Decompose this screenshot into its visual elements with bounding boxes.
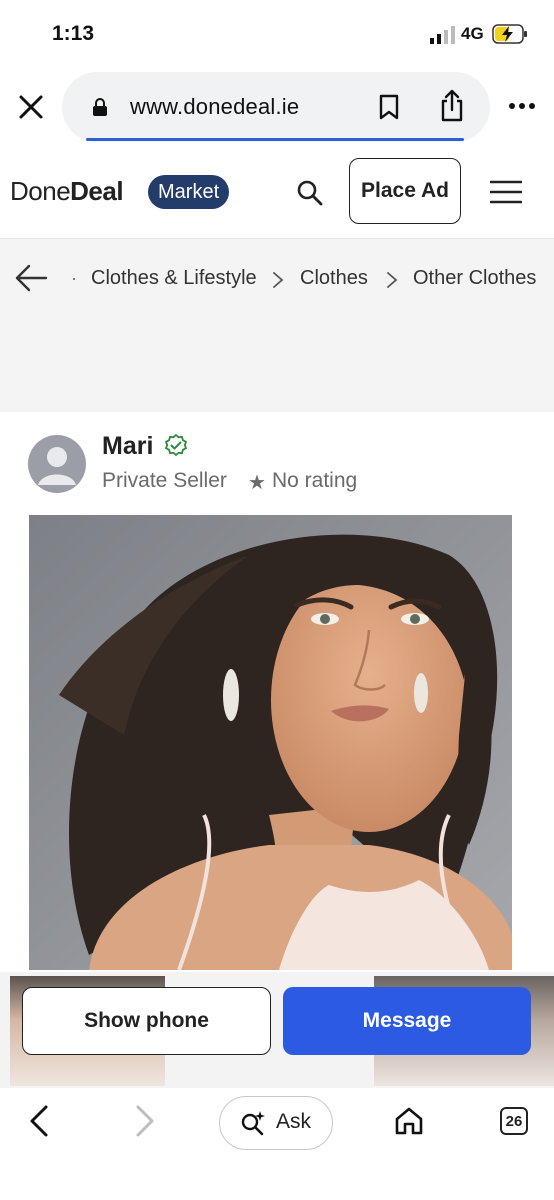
hamburger-menu-icon[interactable]: [490, 180, 522, 204]
home-icon[interactable]: [394, 1106, 424, 1136]
chevron-right-icon: [273, 272, 284, 288]
breadcrumb-overflow-dot: [73, 278, 75, 280]
close-icon[interactable]: [16, 92, 46, 122]
back-icon[interactable]: [28, 1104, 50, 1138]
lock-icon: [93, 98, 107, 116]
url-text[interactable]: www.donedeal.ie: [130, 94, 299, 120]
breadcrumb-item-other-clothes[interactable]: Other Clothes: [413, 267, 536, 290]
back-arrow-icon[interactable]: [14, 262, 48, 294]
ask-search-sparkle-icon: [241, 1111, 265, 1136]
market-badge[interactable]: Market: [148, 175, 230, 209]
ask-label: Ask: [276, 1110, 312, 1133]
seller-type: Private Seller: [102, 469, 227, 492]
verified-badge-icon: [164, 434, 188, 457]
donedeal-logo[interactable]: DoneDeal: [10, 176, 124, 207]
more-icon[interactable]: [508, 100, 536, 112]
seller-name[interactable]: Mari: [102, 432, 153, 461]
place-ad-button[interactable]: Place Ad: [349, 158, 461, 224]
status-bar: 1:13 4G: [0, 0, 554, 64]
avatar[interactable]: [28, 435, 86, 493]
network-label: 4G: [461, 24, 484, 43]
share-icon[interactable]: [438, 88, 466, 122]
show-phone-button[interactable]: Show phone: [22, 987, 271, 1055]
signal-icon: [430, 26, 455, 44]
chevron-right-icon: [387, 272, 398, 288]
bookmark-icon[interactable]: [378, 94, 400, 120]
star-icon: ★: [248, 472, 266, 494]
message-button[interactable]: Message: [283, 987, 531, 1055]
breadcrumb-item-clothes-lifestyle[interactable]: Clothes & Lifestyle: [91, 267, 257, 290]
forward-icon[interactable]: [134, 1104, 156, 1138]
listing-photo[interactable]: [29, 515, 512, 970]
breadcrumb: [0, 239, 554, 412]
status-time: 1:13: [52, 22, 95, 45]
seller-rating: No rating: [272, 469, 358, 492]
battery-charging-icon: [492, 24, 527, 44]
page-load-progress: [86, 138, 464, 141]
search-icon[interactable]: [296, 179, 324, 207]
tabs-counter-button[interactable]: 26: [500, 1107, 528, 1135]
breadcrumb-item-clothes[interactable]: Clothes: [300, 267, 368, 290]
